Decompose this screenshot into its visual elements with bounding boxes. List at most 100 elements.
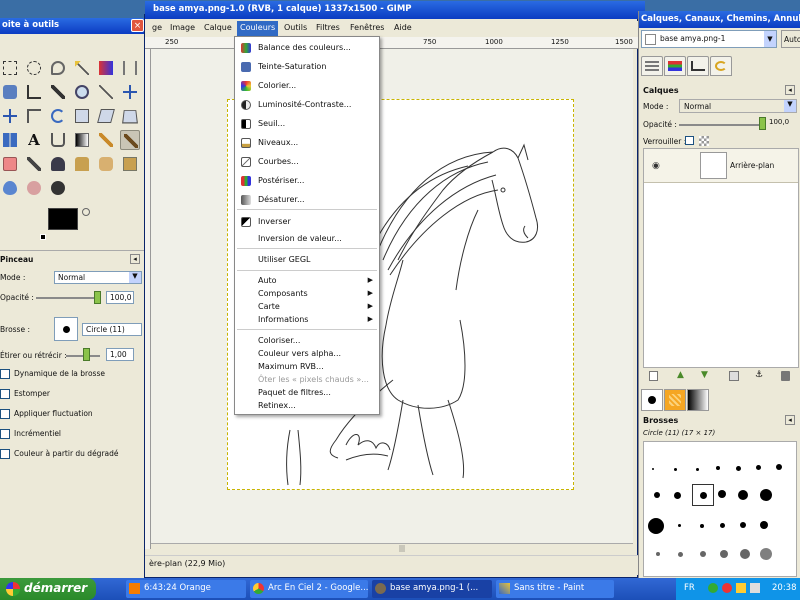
brush-name-field[interactable]: Circle (11) <box>82 323 142 336</box>
scale-input[interactable]: 1,00 <box>106 348 134 361</box>
rect-select-tool[interactable] <box>0 58 20 78</box>
opacity-slider-handle[interactable] <box>94 291 101 304</box>
start-button[interactable]: démarrer <box>0 578 96 600</box>
taskbar-item-gimp[interactable]: base amya.png-1 (... <box>372 580 492 598</box>
brush-swatch[interactable] <box>700 551 706 557</box>
brushes-menu-icon[interactable]: ◂ <box>785 415 795 425</box>
brush-swatch[interactable] <box>720 523 725 528</box>
brush-swatch[interactable] <box>700 524 704 528</box>
perspective-tool[interactable] <box>120 106 140 126</box>
flip-tool[interactable] <box>0 130 20 150</box>
ink-tool[interactable] <box>48 154 68 174</box>
horizontal-scrollbar[interactable] <box>151 543 633 553</box>
menu-item-courbes[interactable]: Courbes... <box>235 155 379 168</box>
clock[interactable]: 20:38 <box>772 583 797 593</box>
eraser-tool[interactable] <box>0 154 20 174</box>
layer-opacity-track[interactable] <box>679 124 761 126</box>
taskbar-item-chrome[interactable]: Arc En Ciel 2 - Google... <box>250 580 368 598</box>
clone-tool[interactable] <box>72 154 92 174</box>
color-select-tool[interactable] <box>96 58 116 78</box>
auto-button[interactable]: Auto <box>781 30 800 48</box>
menu-filtres[interactable]: Filtres <box>313 23 343 32</box>
swap-colors-icon[interactable] <box>82 208 90 216</box>
lasso-tool[interactable] <box>48 58 68 78</box>
bucket-fill-tool[interactable] <box>48 130 68 150</box>
incremental-checkbox[interactable] <box>0 429 10 439</box>
airbrush-tool[interactable] <box>24 154 44 174</box>
menu-item-carte[interactable]: Carte ▶ <box>235 300 379 313</box>
fade-checkbox[interactable] <box>0 389 10 399</box>
brush-swatch[interactable] <box>678 552 683 557</box>
perspective-clone-tool[interactable] <box>120 154 140 174</box>
default-colors-icon[interactable] <box>40 234 46 240</box>
text-tool[interactable]: A <box>24 130 44 150</box>
layer-opacity-value[interactable]: 100,0 <box>769 118 789 126</box>
tab-brushes[interactable] <box>641 389 663 411</box>
menu-item-paquet-filtres[interactable]: Paquet de filtres... <box>235 386 379 399</box>
options-menu-icon[interactable]: ◂ <box>130 254 140 264</box>
new-layer-icon[interactable] <box>649 371 658 381</box>
jitter-checkbox[interactable] <box>0 409 10 419</box>
scale-tool[interactable] <box>72 106 92 126</box>
zoom-tool[interactable] <box>72 82 92 102</box>
brush-swatch[interactable] <box>736 466 741 471</box>
language-indicator[interactable]: FR <box>684 583 695 593</box>
duplicate-layer-icon[interactable] <box>729 371 739 381</box>
lower-layer-icon[interactable]: ▼ <box>701 370 708 380</box>
menu-item-colorier[interactable]: Colorier... <box>235 79 379 92</box>
brush-swatch[interactable] <box>652 468 654 470</box>
mode-select[interactable]: Normal ▼ <box>54 271 142 284</box>
smudge-tool[interactable] <box>24 178 44 198</box>
tab-paths[interactable] <box>687 56 709 76</box>
menu-item-auto[interactable]: Auto ▶ <box>235 274 379 287</box>
fuzzy-select-tool[interactable] <box>72 58 92 78</box>
opacity-input[interactable]: 100,0 <box>106 291 134 304</box>
brush-swatch[interactable] <box>756 465 761 470</box>
paintbrush-tool[interactable] <box>120 130 140 150</box>
layer-name[interactable]: Arrière-plan <box>730 161 774 170</box>
menu-item-balance-couleurs[interactable]: Balance des couleurs... <box>235 41 379 54</box>
paths-tool[interactable] <box>24 82 44 102</box>
volume-icon[interactable] <box>750 583 760 593</box>
color-picker-tool[interactable] <box>48 82 68 102</box>
menu-fenetres[interactable]: Fenêtres <box>347 23 387 32</box>
move-tool[interactable] <box>120 82 140 102</box>
gradient-color-checkbox[interactable] <box>0 449 10 459</box>
tray-icon[interactable] <box>722 583 732 593</box>
eye-icon[interactable]: ◉ <box>652 161 660 171</box>
menu-aide[interactable]: Aide <box>391 23 415 32</box>
layer-mode-select[interactable]: Normal ▼ <box>679 99 797 113</box>
brush-swatch[interactable] <box>718 490 726 498</box>
brush-swatch[interactable] <box>740 522 746 528</box>
menu-item-inversion-valeur[interactable]: Inversion de valeur... <box>235 232 379 245</box>
brush-swatch[interactable] <box>674 468 677 471</box>
opacity-slider-track[interactable] <box>36 297 96 299</box>
scissors-tool[interactable] <box>120 58 140 78</box>
pencil-tool[interactable] <box>96 130 116 150</box>
foreground-select-tool[interactable] <box>0 82 20 102</box>
menu-item-couleur-vers-alpha[interactable]: Couleur vers alpha... <box>235 347 379 360</box>
tab-patterns[interactable] <box>664 389 686 411</box>
brush-swatch[interactable] <box>740 549 750 559</box>
brush-grid[interactable] <box>643 441 797 577</box>
blur-tool[interactable] <box>0 178 20 198</box>
scale-slider-handle[interactable] <box>83 348 90 361</box>
crop-tool[interactable] <box>24 106 44 126</box>
tab-gradients[interactable] <box>687 389 709 411</box>
brush-swatch[interactable] <box>656 552 660 556</box>
brush-swatch[interactable] <box>760 548 772 560</box>
brush-selected-frame[interactable] <box>692 484 714 506</box>
menu-item-teinte-saturation[interactable]: Teinte-Saturation <box>235 60 379 73</box>
ellipse-select-tool[interactable] <box>24 58 44 78</box>
brush-swatch[interactable] <box>720 550 728 558</box>
image-selector[interactable]: base amya.png-1 ▼ <box>641 30 777 48</box>
scrollbar-thumb[interactable] <box>399 545 405 552</box>
lock-alpha-icon[interactable] <box>699 136 709 146</box>
shear-tool[interactable] <box>96 106 116 126</box>
dodge-burn-tool[interactable] <box>48 178 68 198</box>
taskbar-item-orange[interactable]: 6:43:24 Orange <box>126 580 246 598</box>
menu-item-informations[interactable]: Informations ▶ <box>235 313 379 326</box>
taskbar-item-paint[interactable]: Sans titre - Paint <box>496 580 614 598</box>
menu-ge[interactable]: ge <box>149 23 165 32</box>
align-tool[interactable] <box>0 106 20 126</box>
